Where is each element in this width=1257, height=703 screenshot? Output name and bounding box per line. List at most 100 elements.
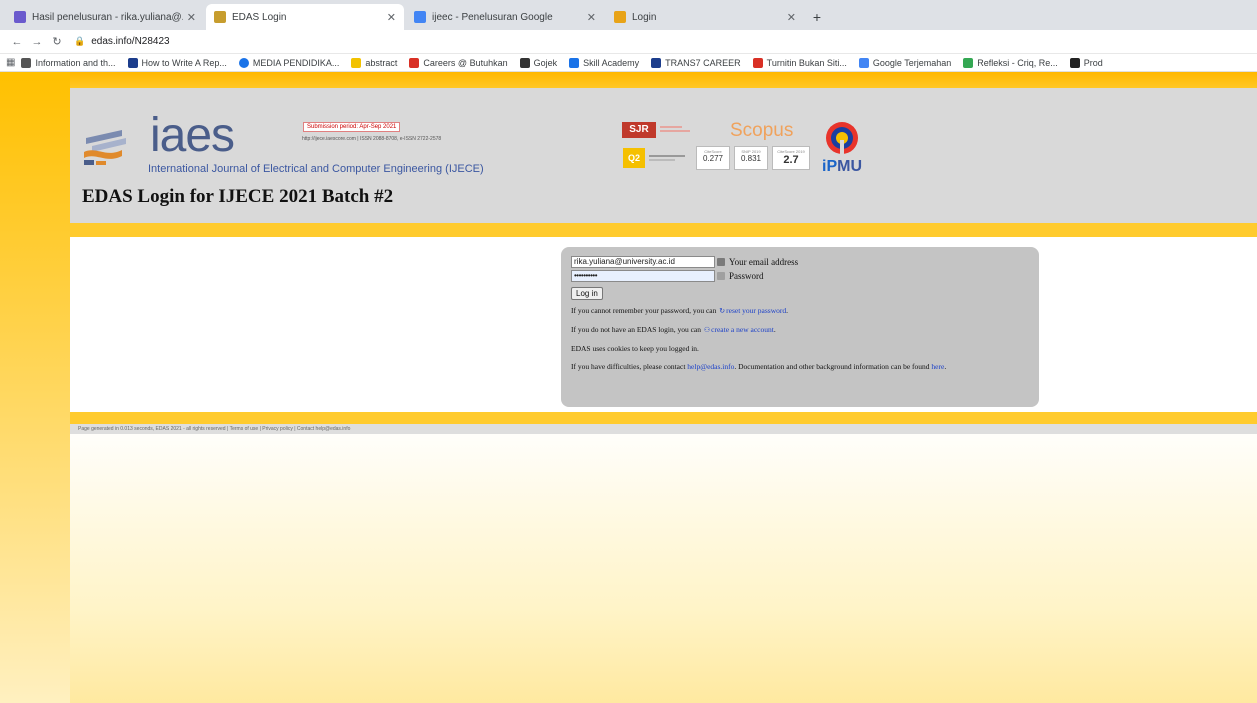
browser-tab-1[interactable]: EDAS Login ✕: [206, 4, 404, 30]
email-row: rika.yuliana@university.ac.id Your email…: [571, 255, 1029, 268]
autofill-key-icon[interactable]: [717, 271, 725, 280]
bookmark-item[interactable]: How to Write A Rep...: [127, 57, 227, 68]
bookmark-icon: [963, 57, 974, 68]
quartile-badge: Q2: [623, 148, 645, 168]
note-text: If you do not have an EDAS login, you ca…: [571, 325, 701, 334]
bookmark-icon: [752, 57, 763, 68]
apps-grid-icon[interactable]: ▦: [6, 57, 15, 68]
bookmark-label: Prod: [1083, 57, 1103, 68]
bookmarks-bar: ▦ Information and th... How to Write A R…: [0, 54, 1257, 72]
metric-citescore: CiteScore 0.277: [696, 146, 730, 170]
reload-icon[interactable]: ↻: [48, 35, 66, 48]
bookmark-item[interactable]: Google Terjemahan: [858, 57, 952, 68]
tab-favicon-icon: [214, 11, 226, 23]
create-account-note: If you do not have an EDAS login, you ca…: [571, 325, 776, 334]
bookmark-icon: [409, 57, 420, 68]
metric-value: 2.7: [783, 154, 799, 166]
iaes-logo-mark-icon: [84, 130, 126, 165]
address-bar: ← → ↻ 🔒 edas.info/N28423: [0, 30, 1257, 54]
quartile-lines-icon: [649, 155, 685, 161]
footer-strip: Page generated in 0.013 seconds, EDAS 20…: [70, 424, 1257, 434]
new-tab-button[interactable]: +: [806, 4, 828, 30]
create-account-link[interactable]: create a new account: [711, 325, 774, 334]
bookmark-item[interactable]: Gojek: [519, 57, 558, 68]
bookmark-item[interactable]: Skill Academy: [569, 57, 639, 68]
browser-tab-3[interactable]: Login ✕: [606, 4, 804, 30]
bookmark-item[interactable]: TRANS7 CAREER: [651, 57, 741, 68]
bookmark-label: Careers @ Butuhkan: [423, 57, 508, 68]
url-text: edas.info/N28423: [91, 36, 170, 47]
close-tab-icon[interactable]: ✕: [387, 11, 396, 24]
bookmark-icon: [238, 57, 249, 68]
sjr-subtitle-decoration: [660, 125, 700, 135]
bookmark-label: Google Terjemahan: [872, 57, 952, 68]
help-email-link[interactable]: help@edas.info: [687, 362, 734, 371]
tab-title: ijeec - Penelusuran Google: [432, 11, 553, 23]
issn-text: http://ijece.iaescore.com | ISSN 2088-87…: [302, 136, 442, 142]
sjr-logo: SJR: [622, 122, 656, 138]
tab-favicon-icon: [614, 11, 626, 23]
bookmark-icon: [519, 57, 530, 68]
reset-password-note: If you cannot remember your password, yo…: [571, 306, 788, 315]
tab-favicon-icon: [414, 11, 426, 23]
ipmu-prefix: iP: [822, 158, 838, 175]
bookmark-item[interactable]: Prod: [1069, 57, 1103, 68]
header-bottom-band: [70, 223, 1257, 237]
reset-password-link[interactable]: reset your password: [726, 306, 786, 315]
email-field[interactable]: rika.yuliana@university.ac.id: [571, 255, 715, 268]
bookmark-item[interactable]: Careers @ Butuhkan: [409, 57, 508, 68]
bookmark-item[interactable]: Turnitin Bukan Siti...: [752, 57, 847, 68]
bookmark-icon: [21, 57, 32, 68]
bookmark-item[interactable]: Information and th...: [21, 57, 116, 68]
browser-tab-0[interactable]: Hasil penelusuran - rika.yuliana@... ✕: [6, 4, 204, 30]
bookmark-item[interactable]: MEDIA PENDIDIKA...: [238, 57, 340, 68]
submission-period-badge: Submission period: Apr-Sep 2021: [303, 122, 401, 132]
login-form: rika.yuliana@university.ac.id Your email…: [561, 247, 1039, 407]
bookmark-item[interactable]: abstract: [351, 57, 397, 68]
bookmark-icon: [127, 57, 138, 68]
tab-favicon-icon: [14, 11, 26, 23]
password-label: Password: [729, 270, 764, 281]
scopus-logo: Scopus: [730, 120, 794, 141]
bookmark-icon: [651, 57, 662, 68]
bookmark-label: MEDIA PENDIDIKA...: [252, 57, 340, 68]
bookmark-label: How to Write A Rep...: [141, 57, 227, 68]
journal-name: International Journal of Electrical and …: [148, 163, 484, 175]
help-note: If you have difficulties, please contact…: [571, 362, 947, 371]
password-field[interactable]: ••••••••••: [571, 269, 715, 282]
login-button[interactable]: Log in: [571, 287, 603, 300]
cookies-note: EDAS uses cookies to keep you logged in.: [571, 344, 699, 353]
close-tab-icon[interactable]: ✕: [787, 11, 796, 24]
metric-value: 0.831: [740, 154, 762, 163]
ipmu-suffix: MU: [837, 158, 863, 175]
bookmark-icon: [1069, 57, 1080, 68]
page-viewport: iaes International Journal of Electrical…: [0, 72, 1257, 703]
tab-title: Hasil penelusuran - rika.yuliana@...: [32, 11, 183, 23]
bookmark-icon: [351, 57, 362, 68]
footer-text: Page generated in 0.013 seconds, EDAS 20…: [78, 426, 351, 432]
journal-header: iaes International Journal of Electrical…: [70, 88, 1257, 223]
browser-tab-bar: Hasil penelusuran - rika.yuliana@... ✕ E…: [0, 0, 1257, 30]
page-title: EDAS Login for IJECE 2021 Batch #2: [82, 186, 394, 207]
email-label: Your email address: [729, 256, 799, 267]
quartile-subtitle-decoration: [649, 154, 689, 164]
note-text: . Documentation and other background inf…: [734, 362, 930, 371]
metric-snip: SNIP 2019 0.831: [734, 146, 768, 170]
autofill-key-icon[interactable]: [717, 257, 725, 266]
back-arrow-icon[interactable]: ←: [8, 36, 26, 48]
bookmark-icon: [858, 57, 869, 68]
bookmark-label: Gojek: [533, 57, 558, 68]
bookmark-label: TRANS7 CAREER: [665, 57, 741, 68]
bookmark-item[interactable]: Refleksi - Criq, Re...: [963, 57, 1058, 68]
close-tab-icon[interactable]: ✕: [587, 11, 596, 24]
lock-icon[interactable]: 🔒: [74, 36, 85, 47]
forward-arrow-icon[interactable]: →: [28, 36, 46, 48]
documentation-link[interactable]: here: [931, 362, 944, 371]
bookmark-icon: [569, 57, 580, 68]
browser-tab-2[interactable]: ijeec - Penelusuran Google ✕: [406, 4, 604, 30]
refresh-icon: ↻: [719, 307, 726, 315]
footer-orange-band: [70, 412, 1257, 424]
close-tab-icon[interactable]: ✕: [187, 11, 196, 24]
content-area: rika.yuliana@university.ac.id Your email…: [70, 237, 1257, 412]
url-input[interactable]: 🔒 edas.info/N28423: [74, 33, 170, 51]
